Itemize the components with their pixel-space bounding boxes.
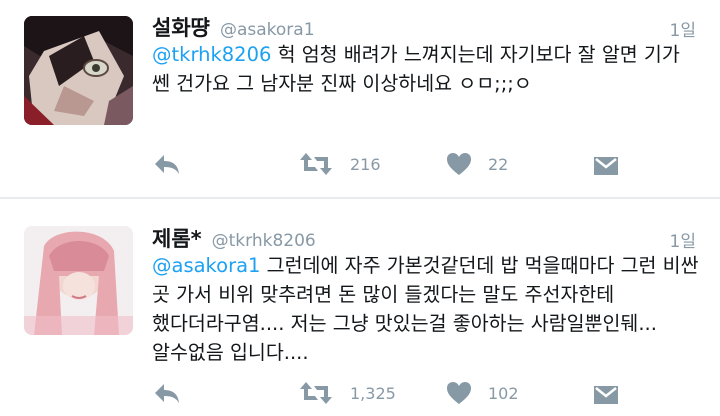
mention-link[interactable]: @tkrhk8206	[152, 43, 271, 66]
author-name[interactable]: 제롬*	[152, 223, 202, 253]
tweet[interactable]: 설화땽 @asakora1 1일 @tkrhk8206 헉 엄청 배려가 느껴지…	[0, 0, 720, 198]
heart-icon	[446, 152, 472, 176]
reply-button[interactable]	[152, 378, 182, 408]
reply-button[interactable]	[152, 149, 182, 179]
author-name[interactable]: 설화땽	[152, 12, 210, 42]
like-count: 102	[488, 383, 519, 403]
heart-icon	[446, 381, 472, 405]
timestamp[interactable]: 1일	[670, 227, 696, 252]
like-button[interactable]: 102	[446, 378, 519, 408]
direct-message-icon	[592, 380, 620, 406]
like-count: 22	[488, 154, 509, 174]
tweet-text: @tkrhk8206 헉 엄청 배려가 느껴지는데 자기보다 잘 알면 기가 쎈…	[152, 40, 700, 98]
tweet-actions: 216 22	[152, 149, 632, 179]
retweet-count: 1,325	[350, 383, 396, 403]
retweet-button[interactable]: 1,325	[298, 378, 396, 408]
retweet-icon	[298, 151, 334, 177]
direct-message-icon	[592, 151, 620, 177]
tweet[interactable]: 제롬* @tkrhk8206 1일 @asakora1 그런데에 자주 가본것같…	[0, 199, 720, 416]
mention-link[interactable]: @asakora1	[152, 254, 260, 277]
avatar[interactable]	[24, 16, 133, 125]
tweet-text: @asakora1 그런데에 자주 가본것같던데 밥 먹을때마다 그런 비싼 곳…	[152, 251, 700, 367]
reply-icon	[152, 152, 182, 176]
timestamp[interactable]: 1일	[670, 16, 696, 41]
like-button[interactable]: 22	[446, 149, 508, 179]
avatar[interactable]	[24, 226, 133, 335]
author-handle[interactable]: @tkrhk8206	[212, 231, 316, 251]
retweet-button[interactable]: 216	[298, 149, 381, 179]
retweet-icon	[298, 380, 334, 406]
direct-message-button[interactable]	[592, 378, 620, 408]
direct-message-button[interactable]	[592, 149, 620, 179]
retweet-count: 216	[350, 154, 381, 174]
tweet-actions: 1,325 102	[152, 378, 632, 408]
author-handle[interactable]: @asakora1	[220, 20, 315, 40]
reply-icon	[152, 381, 182, 405]
